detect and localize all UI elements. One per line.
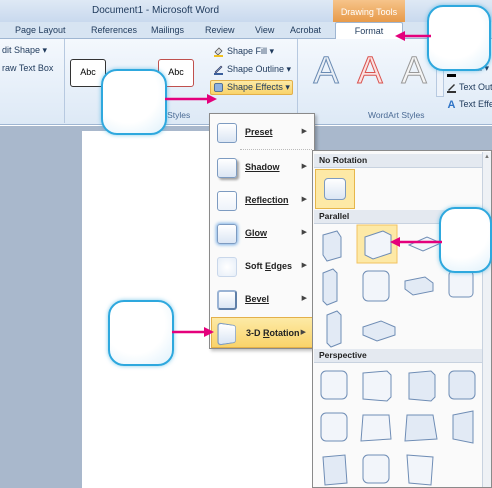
text-outline-button[interactable]: Text Outl: [459, 82, 492, 92]
gallery-option[interactable]: [448, 270, 474, 298]
submenu-arrow-icon: ▶: [301, 262, 307, 269]
callout-shape-effects: [101, 69, 167, 135]
submenu-arrow-icon: ▶: [301, 295, 307, 302]
section-header-no-rotation: No Rotation: [314, 154, 482, 168]
text-outline-icon: [447, 84, 456, 93]
menu-divider: [240, 149, 312, 150]
menu-item-label: Glow: [245, 228, 267, 238]
gallery-option[interactable]: [404, 276, 434, 296]
arrow-to-parallel-option: [390, 237, 442, 247]
wordart-style-2[interactable]: A: [350, 49, 390, 92]
arrow-to-shape-effects: [165, 94, 217, 104]
menu-item-label: Bevel: [245, 294, 270, 304]
bevel-thumbnail: [217, 290, 237, 310]
gallery-option[interactable]: [362, 270, 390, 302]
gallery-option[interactable]: [362, 454, 390, 484]
gallery-option[interactable]: [320, 370, 348, 400]
menu-item-3d-rotation[interactable]: 3-D Rotation ▶: [211, 317, 313, 348]
gallery-option[interactable]: [404, 414, 438, 442]
shape-outline-button[interactable]: Shape Outline ▾: [227, 64, 291, 75]
paint-bucket-icon: [214, 47, 223, 57]
svg-text:A: A: [313, 50, 339, 91]
menu-item-glow[interactable]: Glow ▶: [211, 218, 313, 249]
menu-item-reflection[interactable]: Reflection ▶: [211, 185, 313, 216]
tab-mailings[interactable]: Mailings: [151, 25, 184, 35]
tab-format[interactable]: Format: [335, 22, 403, 40]
drawing-tools-contextual-tab[interactable]: Drawing Tools: [333, 0, 405, 22]
callout-parallel-option: [439, 207, 492, 273]
gallery-option[interactable]: [326, 310, 342, 348]
gallery-option[interactable]: [320, 412, 348, 442]
arrow-to-3d-rotation: [172, 327, 214, 337]
gallery-option[interactable]: [322, 454, 348, 486]
gallery-option[interactable]: [360, 414, 392, 442]
gallery-option[interactable]: [408, 370, 436, 402]
submenu-arrow-icon: ▶: [301, 196, 307, 203]
soft-edges-thumbnail: [217, 257, 237, 277]
svg-text:A: A: [357, 50, 383, 91]
shape-fill-button[interactable]: Shape Fill ▾: [227, 46, 274, 57]
menu-item-label: Soft Edges: [245, 261, 293, 271]
shape-effects-icon: [214, 83, 223, 92]
shape-effects-button[interactable]: Shape Effects ▾: [227, 82, 290, 93]
text-effects-button[interactable]: Text Effe: [459, 99, 492, 109]
arrow-to-drawing-tools: [395, 31, 431, 41]
menu-item-soft-edges[interactable]: Soft Edges ▶: [211, 251, 313, 282]
menu-item-label: Shadow: [245, 162, 280, 172]
window-title: Document1 - Microsoft Word: [92, 5, 220, 16]
tab-references[interactable]: References: [91, 25, 137, 35]
gallery-option[interactable]: [322, 230, 342, 262]
wordart-style-1[interactable]: A: [306, 49, 346, 92]
gallery-scrollbar[interactable]: ▲: [482, 152, 491, 487]
gallery-option-no-rotation[interactable]: [315, 169, 355, 209]
gallery-option[interactable]: [452, 410, 474, 444]
pencil-icon: [214, 65, 223, 75]
tab-view[interactable]: View: [255, 25, 274, 35]
submenu-arrow-icon: ▶: [301, 229, 307, 236]
3d-rotation-thumbnail: [217, 322, 236, 346]
scroll-up-arrow-icon[interactable]: ▲: [484, 154, 490, 160]
shape-effects-menu: Preset ▶ Shadow ▶ Reflection ▶ Glow ▶ So…: [209, 113, 315, 349]
gallery-option[interactable]: [448, 370, 476, 400]
menu-item-bevel[interactable]: Bevel ▶: [211, 284, 313, 315]
wordart-styles-group-label: WordArt Styles: [368, 110, 425, 120]
3d-rotation-gallery: No Rotation Parallel Perspective ▲: [312, 150, 492, 488]
menu-item-label: Preset: [245, 127, 273, 137]
submenu-arrow-icon: ▶: [301, 163, 307, 170]
text-effects-icon: A: [448, 99, 456, 109]
submenu-arrow-icon: ▶: [301, 128, 307, 135]
tab-acrobat[interactable]: Acrobat: [290, 25, 321, 35]
preset-thumbnail: [217, 123, 237, 143]
gallery-option[interactable]: [364, 230, 392, 260]
tab-page-layout[interactable]: Page Layout: [15, 25, 66, 35]
gallery-option[interactable]: [406, 454, 434, 486]
draw-text-box-button[interactable]: raw Text Box: [2, 63, 53, 73]
group-separator: [297, 39, 298, 123]
gallery-option[interactable]: [362, 370, 392, 402]
svg-text:A: A: [448, 99, 456, 109]
menu-item-preset[interactable]: Preset ▶: [211, 117, 313, 148]
submenu-arrow-icon: ▶: [300, 329, 306, 336]
reflection-thumbnail: [217, 191, 237, 211]
menu-item-label: Reflection: [245, 195, 289, 205]
gallery-option[interactable]: [362, 320, 396, 342]
menu-item-label: 3-D Rotation: [246, 328, 300, 338]
perspective-options-grid: [320, 370, 476, 486]
shadow-thumbnail: [217, 158, 237, 178]
callout-drawing-tools: [427, 5, 491, 71]
glow-thumbnail: [217, 224, 237, 244]
group-separator: [64, 39, 65, 123]
svg-text:A: A: [401, 50, 427, 91]
gallery-option[interactable]: [322, 268, 338, 306]
shape-preview: [324, 178, 346, 200]
edit-shape-button[interactable]: dit Shape ▾: [2, 45, 47, 56]
menu-item-shadow[interactable]: Shadow ▶: [211, 152, 313, 183]
tab-review[interactable]: Review: [205, 25, 235, 35]
title-bar: [0, 0, 492, 22]
section-header-perspective: Perspective: [314, 349, 482, 363]
callout-3d-rotation: [108, 300, 174, 366]
